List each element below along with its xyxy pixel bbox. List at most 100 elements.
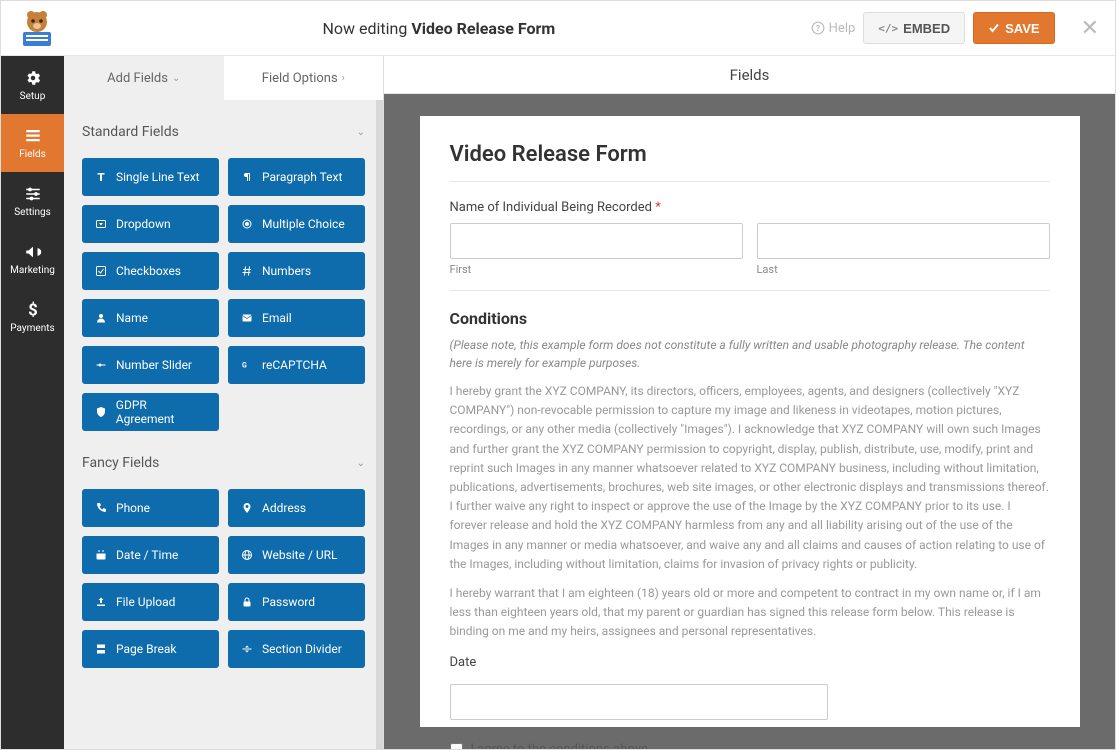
field-button-password[interactable]: Password: [228, 583, 365, 621]
date-label: Date: [450, 655, 1050, 670]
field-button-label: Single Line Text: [116, 170, 200, 184]
divider-icon: [240, 642, 254, 656]
last-name-input[interactable]: [757, 223, 1050, 259]
gear-icon: [23, 68, 43, 88]
agree-label: I agree to the conditions above.: [471, 742, 652, 749]
phone-icon: [94, 501, 108, 515]
embed-label: EMBED: [903, 21, 950, 36]
nav-fields-label: Fields: [19, 149, 46, 160]
close-button[interactable]: ✕: [1081, 16, 1099, 41]
nav-setup[interactable]: Setup: [1, 56, 64, 114]
pagebreak-icon: [94, 642, 108, 656]
field-button-label: GDPR Agreement: [116, 398, 207, 426]
embed-button[interactable]: </> EMBED: [863, 12, 965, 44]
upload-icon: [94, 595, 108, 609]
svg-text:$: $: [28, 301, 37, 319]
conditions-note: (Please note, this example form does not…: [450, 336, 1050, 372]
section-fancy-head[interactable]: Fancy Fields ⌄: [82, 445, 365, 481]
tab-add-fields-label: Add Fields: [107, 71, 168, 86]
hash-icon: [240, 264, 254, 278]
help-label: Help: [829, 21, 856, 36]
nav-rail: Setup Fields Settings Marketing $ Paymen…: [1, 56, 64, 749]
calendar-icon: [94, 548, 108, 562]
nav-settings[interactable]: Settings: [1, 172, 64, 230]
shield-icon: [94, 405, 108, 419]
field-button-label: Address: [262, 501, 306, 515]
conditions-p2: I hereby warrant that I am eighteen (18)…: [450, 584, 1050, 642]
field-button-numbers[interactable]: Numbers: [228, 252, 365, 290]
field-button-label: Paragraph Text: [262, 170, 342, 184]
field-button-phone[interactable]: Phone: [82, 489, 219, 527]
divider: [450, 290, 1050, 291]
date-input[interactable]: [450, 684, 828, 720]
field-button-page-break[interactable]: Page Break: [82, 630, 219, 668]
field-button-number-slider[interactable]: Number Slider: [82, 346, 219, 384]
app-root: Now editing Video Release Form ? Help </…: [0, 0, 1116, 750]
radio-icon: [240, 217, 254, 231]
paragraph-icon: [240, 170, 254, 184]
field-button-label: Name: [116, 311, 148, 325]
field-button-label: Dropdown: [116, 217, 171, 231]
field-button-label: Website / URL: [262, 548, 338, 562]
field-name[interactable]: Name of Individual Being Recorded * Firs…: [450, 200, 1050, 276]
name-label: Name of Individual Being Recorded *: [450, 200, 1050, 215]
nav-payments-label: Payments: [10, 323, 54, 334]
save-label: SAVE: [1005, 21, 1039, 36]
field-button-name[interactable]: Name: [82, 299, 219, 337]
field-button-label: Number Slider: [116, 358, 192, 372]
help-link[interactable]: ? Help: [811, 21, 856, 36]
preview-header: Fields: [384, 56, 1115, 94]
field-date[interactable]: Date: [450, 655, 1050, 720]
field-button-checkboxes[interactable]: Checkboxes: [82, 252, 219, 290]
field-button-label: Email: [262, 311, 292, 325]
recaptcha-icon: G: [240, 358, 254, 372]
field-button-single-line-text[interactable]: Single Line Text: [82, 158, 219, 196]
field-button-recaptcha[interactable]: GreCAPTCHA: [228, 346, 365, 384]
conditions-title: Conditions: [450, 309, 1050, 328]
conditions-p1: I hereby grant the XYZ COMPANY, its dire…: [450, 382, 1050, 574]
nav-marketing-label: Marketing: [10, 265, 55, 276]
tab-field-options-label: Field Options: [262, 71, 338, 86]
field-button-email[interactable]: Email: [228, 299, 365, 337]
code-icon: </>: [878, 22, 898, 35]
form-title: Video Release Form: [450, 142, 1050, 167]
main-preview: Fields Video Release Form Name of Indivi…: [384, 56, 1115, 749]
tab-add-fields[interactable]: Add Fields ⌄: [64, 56, 224, 100]
slider-icon: [94, 358, 108, 372]
nav-fields[interactable]: Fields: [1, 114, 64, 172]
preview-header-label: Fields: [730, 66, 770, 84]
nav-payments[interactable]: $ Payments: [1, 288, 64, 346]
envelope-icon: [240, 311, 254, 325]
chevron-right-icon: ›: [342, 73, 345, 84]
field-button-file-upload[interactable]: File Upload: [82, 583, 219, 621]
sidebar-tabs: Add Fields ⌄ Field Options ›: [64, 56, 383, 100]
field-agree[interactable]: I agree to the conditions above.: [450, 742, 1050, 749]
save-button[interactable]: SAVE: [973, 12, 1054, 44]
chevron-down-icon: ⌄: [357, 127, 365, 138]
field-button-dropdown[interactable]: Dropdown: [82, 205, 219, 243]
section-standard-head[interactable]: Standard Fields ⌄: [82, 114, 365, 150]
form-name: Video Release Form: [411, 19, 555, 38]
field-button-multiple-choice[interactable]: Multiple Choice: [228, 205, 365, 243]
field-button-label: Checkboxes: [116, 264, 181, 278]
field-button-gdpr-agreement[interactable]: GDPR Agreement: [82, 393, 219, 431]
agree-checkbox[interactable]: [450, 743, 463, 749]
first-name-input[interactable]: [450, 223, 743, 259]
tab-field-options[interactable]: Field Options ›: [224, 56, 384, 100]
scrollbar-track[interactable]: [376, 100, 383, 749]
field-button-label: Page Break: [116, 642, 177, 656]
field-button-section-divider[interactable]: Section Divider: [228, 630, 365, 668]
field-button-address[interactable]: Address: [228, 489, 365, 527]
field-button-website-url[interactable]: Website / URL: [228, 536, 365, 574]
section-standard-label: Standard Fields: [82, 124, 179, 140]
field-conditions[interactable]: Conditions (Please note, this example fo…: [450, 309, 1050, 641]
sidebar-scroll[interactable]: Standard Fields ⌄ Single Line Text Paragr…: [64, 100, 383, 749]
body: Setup Fields Settings Marketing $ Paymen…: [1, 56, 1115, 749]
check-icon: [988, 22, 1000, 34]
preview-scroll[interactable]: Video Release Form Name of Individual Be…: [384, 94, 1115, 749]
field-button-paragraph-text[interactable]: Paragraph Text: [228, 158, 365, 196]
form-canvas: Video Release Form Name of Individual Be…: [420, 116, 1080, 727]
field-button-date-time[interactable]: Date / Time: [82, 536, 219, 574]
nav-marketing[interactable]: Marketing: [1, 230, 64, 288]
name-inputs: First Last: [450, 223, 1050, 276]
